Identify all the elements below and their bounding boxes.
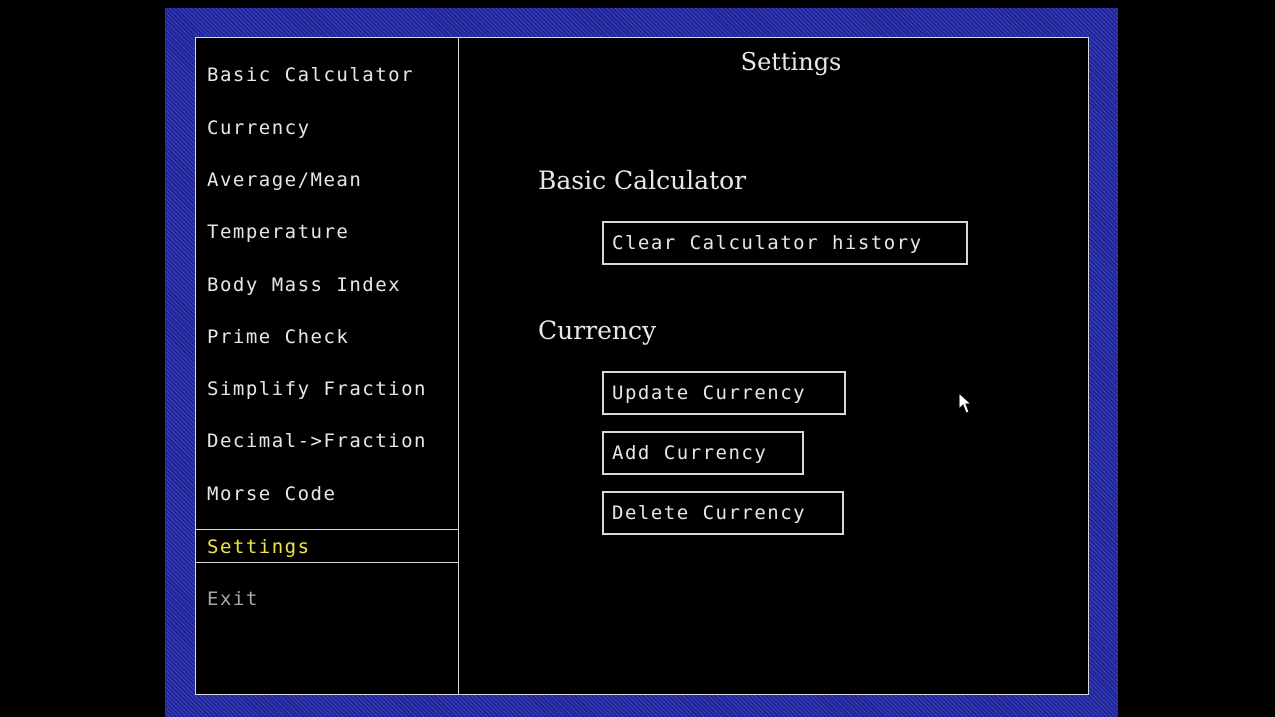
sidebar-item-settings[interactable]: Settings [196,529,458,563]
sidebar-item-morse-code[interactable]: Morse Code [196,477,458,511]
sidebar-item-basic-calculator[interactable]: Basic Calculator [196,58,458,92]
sidebar-item-decimal-fraction[interactable]: Decimal->Fraction [196,424,458,458]
app-window: Basic Calculator Currency Average/Mean T… [195,37,1089,695]
screen: Basic Calculator Currency Average/Mean T… [0,0,1275,717]
sidebar-item-temperature[interactable]: Temperature [196,215,458,249]
clear-calculator-history-button[interactable]: Clear Calculator history [602,221,968,265]
page-title: Settings [740,48,842,76]
update-currency-button[interactable]: Update Currency [602,371,846,415]
section-heading-currency: Currency [538,316,657,345]
sidebar-item-prime-check[interactable]: Prime Check [196,320,458,354]
sidebar-item-body-mass-index[interactable]: Body Mass Index [196,268,458,302]
delete-currency-button[interactable]: Delete Currency [602,491,844,535]
sidebar-item-simplify-fraction[interactable]: Simplify Fraction [196,372,458,406]
sidebar-menu: Basic Calculator Currency Average/Mean T… [196,38,459,694]
sidebar-item-currency[interactable]: Currency [196,111,458,145]
sidebar-item-exit[interactable]: Exit [196,582,458,616]
sidebar-item-average-mean[interactable]: Average/Mean [196,163,458,197]
settings-panel: Settings Basic Calculator Clear Calculat… [459,38,1088,694]
section-heading-basic-calculator: Basic Calculator [538,166,747,195]
mouse-pointer-icon [958,392,973,414]
add-currency-button[interactable]: Add Currency [602,431,804,475]
